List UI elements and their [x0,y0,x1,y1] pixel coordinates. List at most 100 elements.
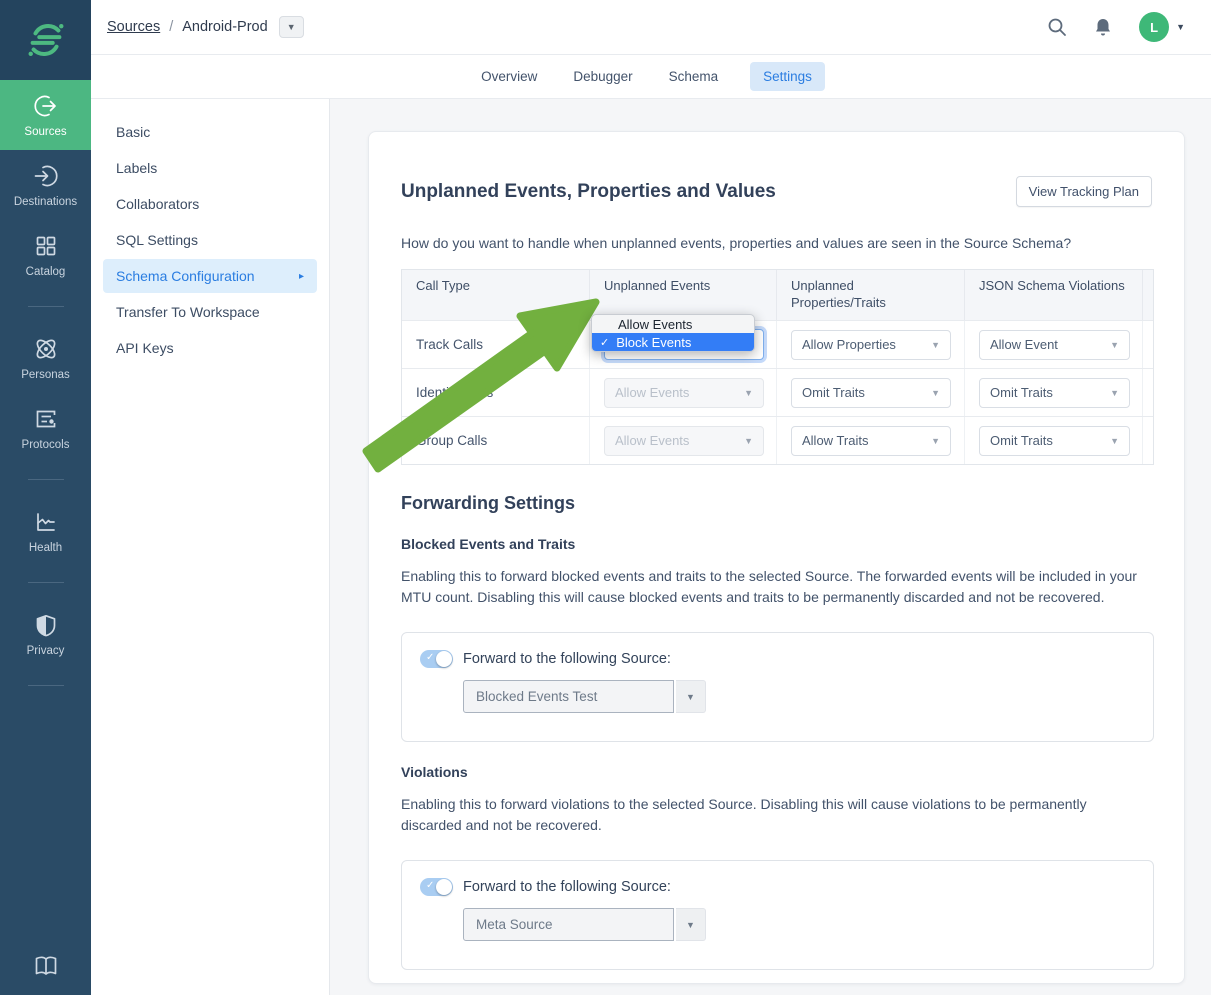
tab-settings[interactable]: Settings [750,62,825,91]
violations-subheading: Violations [401,764,1152,780]
subnav-item-labels[interactable]: Labels [103,151,317,185]
forward-source-label: Forward to the following Source: [463,879,671,895]
caret-down-icon: ▼ [744,436,753,446]
table-header-row: Call Type Unplanned Events Unplanned Pro… [402,270,1153,320]
page-title: Unplanned Events, Properties and Values [401,181,776,203]
sidebar-item-label: Privacy [27,645,65,657]
violations-forward-card: ✓ Forward to the following Source: Meta … [401,860,1154,970]
violations-description: Enabling this to forward violations to t… [401,794,1141,836]
source-switcher-button[interactable]: ▼ [279,16,304,38]
unplanned-events-select-identify[interactable]: Allow Events▼ [604,378,764,408]
page-description: How do you want to handle when unplanned… [401,235,1152,251]
breadcrumb: Sources / Android-Prod ▼ [107,16,304,38]
tab-debugger[interactable]: Debugger [569,62,636,91]
user-menu[interactable]: L ▼ [1139,12,1185,42]
atom-icon [33,336,59,362]
subnav-item-api-keys[interactable]: API Keys [103,331,317,365]
json-violations-select-identify[interactable]: Omit Traits▼ [979,378,1130,408]
breadcrumb-separator: / [169,19,173,35]
subnav-item-sql-settings[interactable]: SQL Settings [103,223,317,257]
unplanned-events-cell: Allow Events▼ [590,417,777,464]
caret-down-icon: ▼ [1110,340,1119,350]
grid-icon [33,233,59,259]
tab-overview[interactable]: Overview [477,62,541,91]
spacer-cell [1143,369,1169,416]
check-icon: ✓ [600,336,609,349]
violations-forward-toggle[interactable]: ✓ [420,878,453,896]
sidebar-item-sources[interactable]: Sources [0,80,91,150]
toggle-knob [436,651,452,667]
subnav-item-transfer-to-workspace[interactable]: Transfer To Workspace [103,295,317,329]
schema-configuration-card: Unplanned Events, Properties and Values … [368,131,1185,984]
blocked-source-select[interactable]: Blocked Events Test ▼ [463,680,1135,713]
unplanned-events-select-group[interactable]: Allow Events▼ [604,426,764,456]
json-violations-select-track[interactable]: Allow Event▼ [979,330,1130,360]
caret-down-icon: ▼ [931,436,940,446]
col-header-spacer [1143,270,1171,320]
unplanned-events-cell: Allow Events ✓ Block Events [590,321,777,368]
forward-source-label: Forward to the following Source: [463,651,671,667]
bell-icon [1093,17,1113,38]
document-icon [33,406,59,432]
sidebar-item-catalog[interactable]: Catalog [0,220,91,290]
sidebar-item-health[interactable]: Health [0,496,91,566]
segment-logo-icon [25,19,67,61]
view-tracking-plan-button[interactable]: View Tracking Plan [1016,176,1152,207]
col-header-unplanned-properties: Unplanned Properties/Traits [777,270,965,320]
subnav-item-schema-configuration[interactable]: Schema Configuration ▸ [103,259,317,293]
violations-source-select[interactable]: Meta Source ▼ [463,908,1135,941]
json-violations-select-group[interactable]: Omit Traits▼ [979,426,1130,456]
blocked-source-value[interactable]: Blocked Events Test [463,680,674,713]
sidebar-item-label: Health [29,542,62,554]
unplanned-events-open-dropdown: Allow Events ✓ Block Events [591,314,755,352]
chart-icon [33,509,59,535]
sidebar-item-destinations[interactable]: Destinations [0,150,91,220]
schema-defaults-table: Call Type Unplanned Events Unplanned Pro… [401,269,1154,465]
json-violations-cell: Omit Traits▼ [965,369,1143,416]
sidebar-divider [28,306,64,307]
search-icon [1047,17,1067,37]
table-row: Track Calls Allow Events ✓ Block Events [402,320,1153,368]
subnav-item-basic[interactable]: Basic [103,115,317,149]
caret-down-icon: ▼ [931,340,940,350]
top-header: Sources / Android-Prod ▼ L ▼ [91,0,1211,55]
unplanned-properties-select-group[interactable]: Allow Traits▼ [791,426,951,456]
dropdown-option-block-events[interactable]: ✓ Block Events [592,333,754,351]
unplanned-properties-select-track[interactable]: Allow Properties▼ [791,330,951,360]
breadcrumb-sources-link[interactable]: Sources [107,19,160,35]
blocked-forward-toggle[interactable]: ✓ [420,650,453,668]
spacer-cell [1143,321,1169,368]
unplanned-properties-cell: Allow Properties▼ [777,321,965,368]
json-violations-cell: Allow Event▼ [965,321,1143,368]
avatar: L [1139,12,1169,42]
check-icon: ✓ [426,652,434,663]
subnav-item-collaborators[interactable]: Collaborators [103,187,317,221]
book-icon [33,954,59,983]
violations-source-value[interactable]: Meta Source [463,908,674,941]
caret-down-icon[interactable]: ▼ [676,908,706,941]
blocked-events-description: Enabling this to forward blocked events … [401,566,1141,608]
sidebar-item-protocols[interactable]: Protocols [0,393,91,463]
table-row: Identify Calls Allow Events▼ Omit Traits… [402,368,1153,416]
sidebar-item-privacy[interactable]: Privacy [0,599,91,669]
breadcrumb-current: Android-Prod [182,19,267,35]
caret-down-icon: ▼ [744,388,753,398]
search-button[interactable] [1047,17,1067,37]
col-header-call-type: Call Type [402,270,590,320]
unplanned-properties-select-identify[interactable]: Omit Traits▼ [791,378,951,408]
tab-schema[interactable]: Schema [665,62,723,91]
caret-down-icon[interactable]: ▼ [676,680,706,713]
sidebar-item-personas[interactable]: Personas [0,323,91,393]
col-header-json-violations: JSON Schema Violations [965,270,1143,320]
forwarding-settings-heading: Forwarding Settings [401,493,1152,514]
sidebar-item-label: Personas [21,369,70,381]
segment-logo[interactable] [0,0,91,80]
chevron-right-icon: ▸ [299,271,304,282]
unplanned-properties-cell: Omit Traits▼ [777,369,965,416]
sidebar-divider [28,685,64,686]
spacer-cell [1143,417,1169,464]
notifications-button[interactable] [1093,17,1113,38]
source-exit-icon [33,93,59,119]
dropdown-option-allow-events[interactable]: Allow Events [592,315,754,333]
sidebar-item-docs[interactable] [0,948,91,989]
